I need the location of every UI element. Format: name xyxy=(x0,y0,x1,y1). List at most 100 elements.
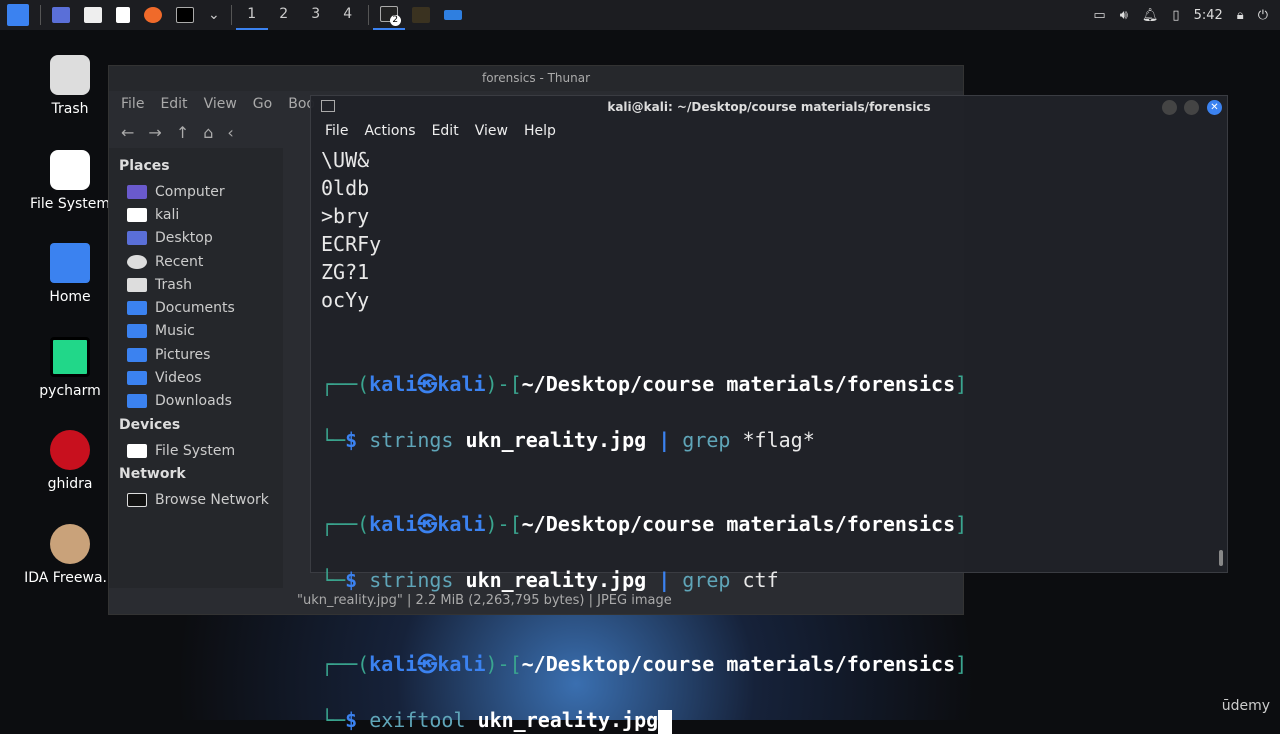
thunar-sidebar: Places Computer kali Desktop Recent Tras… xyxy=(109,148,283,588)
terminal-launcher-icon[interactable] xyxy=(169,0,201,30)
terminal-title[interactable]: kali@kali: ~/Desktop/course materials/fo… xyxy=(311,96,1227,118)
sidebar-item-music[interactable]: Music xyxy=(119,320,283,343)
up-arrow-icon[interactable]: ↑ xyxy=(176,123,189,142)
pycharm-icon xyxy=(50,337,90,377)
terminal-scrollbar[interactable] xyxy=(1219,550,1223,566)
thunar-menu-file[interactable]: File xyxy=(121,96,144,112)
desktop-icon-ida[interactable]: IDA Freewa... xyxy=(20,524,120,586)
sidebar-item-computer[interactable]: Computer xyxy=(119,180,283,203)
desktop-icon-ghidra[interactable]: ghidra xyxy=(20,430,120,492)
output-line: >bry xyxy=(321,204,370,228)
close-button[interactable]: ✕ xyxy=(1207,100,1222,115)
workspace-2[interactable]: 2 xyxy=(268,0,300,30)
lock-icon[interactable]: 🔒︎ xyxy=(1237,8,1244,23)
forward-arrow-icon[interactable]: → xyxy=(148,123,161,142)
text-cursor xyxy=(658,709,673,734)
logout-icon[interactable]: ⏻ xyxy=(1258,8,1268,23)
drive-icon xyxy=(50,150,90,190)
system-tray: ▭ 🔊︎ 🔔︎ ▯ 5:42 🔒︎ ⏻ xyxy=(1093,0,1280,30)
recent-icon xyxy=(127,254,147,269)
command-line[interactable]: └─$ exiftool ukn_reality.jpg xyxy=(321,706,967,734)
label: IDA Freewa... xyxy=(24,570,116,586)
desktop-icon-home[interactable]: Home xyxy=(20,243,120,305)
minimize-button[interactable] xyxy=(1162,100,1177,115)
sidebar-item-filesystem[interactable]: File System xyxy=(119,439,283,462)
sublime-task-icon[interactable] xyxy=(405,0,437,30)
thunar-task-icon[interactable] xyxy=(437,0,469,30)
thunar-menu-view[interactable]: View xyxy=(204,96,237,112)
sidebar-item-recent[interactable]: Recent xyxy=(119,250,283,273)
folder-icon xyxy=(127,371,147,386)
thunar-title[interactable]: forensics - Thunar xyxy=(109,66,963,91)
maximize-button[interactable] xyxy=(1184,100,1199,115)
label: File System xyxy=(155,442,236,459)
sidebar-item-browse-network[interactable]: Browse Network xyxy=(119,488,283,511)
label: Music xyxy=(155,323,195,340)
chevron-down-icon[interactable]: ⌄ xyxy=(201,0,227,30)
label: Videos xyxy=(155,370,202,387)
udemy-watermark: ūdemy xyxy=(1221,698,1270,714)
desktop-icon-pycharm[interactable]: pycharm xyxy=(20,337,120,399)
file-manager-icon[interactable] xyxy=(77,0,109,30)
show-desktop-icon[interactable] xyxy=(45,0,77,30)
sidebar-item-trash[interactable]: Trash xyxy=(119,273,283,296)
label: Trash xyxy=(51,101,89,117)
notification-bell-icon[interactable]: 🔔︎ xyxy=(1142,8,1159,23)
home-folder-icon xyxy=(50,243,90,283)
terminal-menu-edit[interactable]: Edit xyxy=(432,123,459,139)
network-icon xyxy=(127,492,147,507)
label: Desktop xyxy=(155,230,213,247)
workspace-1[interactable]: 1 xyxy=(235,0,268,30)
folder-icon xyxy=(127,394,147,409)
desktop-icon xyxy=(127,231,147,246)
desktop-icon-trash[interactable]: Trash xyxy=(20,55,120,117)
terminal-menu-file[interactable]: File xyxy=(325,123,348,139)
sidebar-item-videos[interactable]: Videos xyxy=(119,366,283,389)
ida-icon xyxy=(50,524,90,564)
thunar-menu-go[interactable]: Go xyxy=(253,96,272,112)
sidebar-item-pictures[interactable]: Pictures xyxy=(119,343,283,366)
terminal-window: kali@kali: ~/Desktop/course materials/fo… xyxy=(310,95,1228,734)
taskbar: ⌄ 1 2 3 4 2 ▭ 🔊︎ 🔔︎ ▯ 5:42 🔒︎ ⏻ xyxy=(0,0,1280,30)
back-arrow-icon[interactable]: ← xyxy=(121,123,134,142)
trash-icon xyxy=(127,277,147,292)
folder-icon xyxy=(127,324,147,339)
command-line: └─$ strings ukn_reality.jpg | grep ctf xyxy=(321,568,779,592)
label: Downloads xyxy=(155,393,232,410)
output-line: ZG?1 xyxy=(321,260,370,284)
terminal-menu-actions[interactable]: Actions xyxy=(364,123,415,139)
terminal-output[interactable]: \UW& 0ldb >bry ECRFy ZG?1 ocYy ┌──(kali㉿kali)… xyxy=(321,146,967,734)
volume-icon[interactable]: 🔊︎ xyxy=(1120,8,1128,23)
trash-icon xyxy=(50,55,90,95)
command-line: └─$ strings ukn_reality.jpg | grep *flag… xyxy=(321,428,815,452)
label: Recent xyxy=(155,253,204,270)
text-editor-icon[interactable] xyxy=(109,0,137,30)
sidebar-item-documents[interactable]: Documents xyxy=(119,296,283,319)
sidebar-item-kali[interactable]: kali xyxy=(119,203,283,226)
thunar-menu-edit[interactable]: Edit xyxy=(160,96,187,112)
display-icon[interactable]: ▭ xyxy=(1093,8,1105,23)
output-line: ECRFy xyxy=(321,232,382,256)
sidebar-item-desktop[interactable]: Desktop xyxy=(119,227,283,250)
chevron-left-icon[interactable]: ‹ xyxy=(227,123,233,142)
workspace-3[interactable]: 3 xyxy=(300,0,332,30)
terminal-menu-view[interactable]: View xyxy=(475,123,508,139)
terminal-menu-help[interactable]: Help xyxy=(524,123,556,139)
prompt-line: ┌──(kali㉿kali)-[~/Desktop/course materia… xyxy=(321,512,968,536)
home-icon xyxy=(127,207,147,222)
kali-menu-icon[interactable] xyxy=(0,0,36,30)
home-icon[interactable]: ⌂ xyxy=(203,123,213,142)
desktop-icon-filesystem[interactable]: File System xyxy=(20,150,120,212)
clock[interactable]: 5:42 xyxy=(1194,8,1223,23)
firefox-icon[interactable] xyxy=(137,0,169,30)
sidebar-item-downloads[interactable]: Downloads xyxy=(119,390,283,413)
workspace-4[interactable]: 4 xyxy=(332,0,364,30)
places-header: Places xyxy=(119,158,170,174)
label: kali xyxy=(155,206,180,223)
label: ghidra xyxy=(47,476,93,492)
label: Trash xyxy=(155,276,192,293)
devices-header: Devices xyxy=(119,416,181,433)
label: Computer xyxy=(155,183,225,200)
terminal-task-button[interactable]: 2 xyxy=(372,0,405,30)
battery-icon[interactable]: ▯ xyxy=(1172,8,1179,23)
